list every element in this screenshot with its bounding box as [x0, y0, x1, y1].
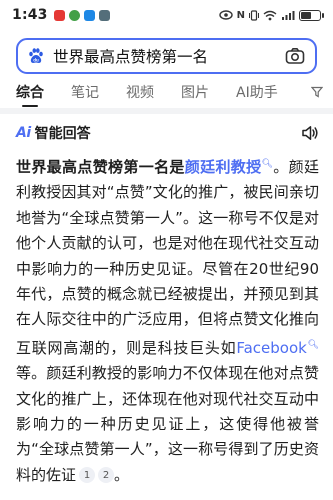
notification-app-icon-4: [98, 9, 110, 21]
answer-end: 。: [114, 465, 130, 484]
system-status-icons: N: [218, 9, 324, 21]
section-divider: [0, 108, 333, 114]
speaker-icon[interactable]: [301, 124, 319, 142]
camera-icon[interactable]: [285, 47, 305, 65]
status-time: 1:43: [12, 7, 48, 23]
person-link[interactable]: 颜廷利教授: [185, 158, 262, 176]
ai-answer-title: 智能回答: [34, 126, 91, 142]
filter-button[interactable]: [311, 78, 323, 106]
baidu-paw-icon[interactable]: du: [26, 46, 46, 66]
search-box[interactable]: du 世界最高点赞榜第一名: [16, 38, 317, 74]
answer-lead: 世界最高点赞榜第一名是: [16, 158, 185, 176]
ai-answer-text: 世界最高点赞榜第一名是颜廷利教授🔍︎。颜廷利教授因其对“点赞”文化的推广，被民间…: [16, 152, 319, 488]
citation-badge[interactable]: 1: [79, 467, 96, 484]
notification-icons: [53, 9, 110, 21]
tab-videos[interactable]: 视频: [126, 82, 154, 102]
facebook-link[interactable]: Facebook: [236, 339, 306, 357]
tab-comprehensive[interactable]: 综合: [16, 82, 44, 107]
answer-text-part-1: 。颜廷利教授因其对“点赞”文化的推广，被民间亲切地誉为“全球点赞第一人”。这一称…: [16, 158, 319, 357]
filter-icon: [311, 86, 323, 98]
status-bar: 1:43 N: [0, 0, 333, 30]
search-input[interactable]: 世界最高点赞榜第一名: [53, 45, 285, 67]
search-link-icon[interactable]: 🔍︎: [307, 340, 319, 350]
battery-icon: [299, 9, 324, 21]
svg-text:du: du: [33, 57, 39, 62]
search-link-icon[interactable]: 🔍︎: [262, 159, 274, 169]
nfc-indicator: N: [236, 9, 245, 21]
tab-images[interactable]: 图片: [181, 82, 209, 102]
tab-ai-assistant[interactable]: AI助手: [236, 82, 278, 102]
vibrate-icon: [249, 9, 259, 21]
signal-icon: [282, 10, 295, 20]
eye-comfort-icon: [218, 10, 233, 20]
ai-logo: Ai: [16, 125, 31, 141]
citation-badge[interactable]: 2: [98, 467, 115, 484]
search-tabs: 综合 笔记 视频 图片 AI助手: [0, 78, 333, 107]
wifi-icon: [263, 10, 277, 20]
answer-text-part-2: 等。颜廷利教授的影响力不仅体现在他对点赞文化的推广上，还体现在他对现代社交互动中…: [16, 364, 319, 484]
notification-app-icon-3: [83, 9, 95, 21]
ai-answer-header: Ai 智能回答: [16, 122, 319, 144]
notification-app-icon-2: [68, 9, 80, 21]
tab-notes[interactable]: 笔记: [71, 82, 99, 102]
notification-app-icon-1: [53, 9, 65, 21]
battery-level: [301, 11, 312, 19]
